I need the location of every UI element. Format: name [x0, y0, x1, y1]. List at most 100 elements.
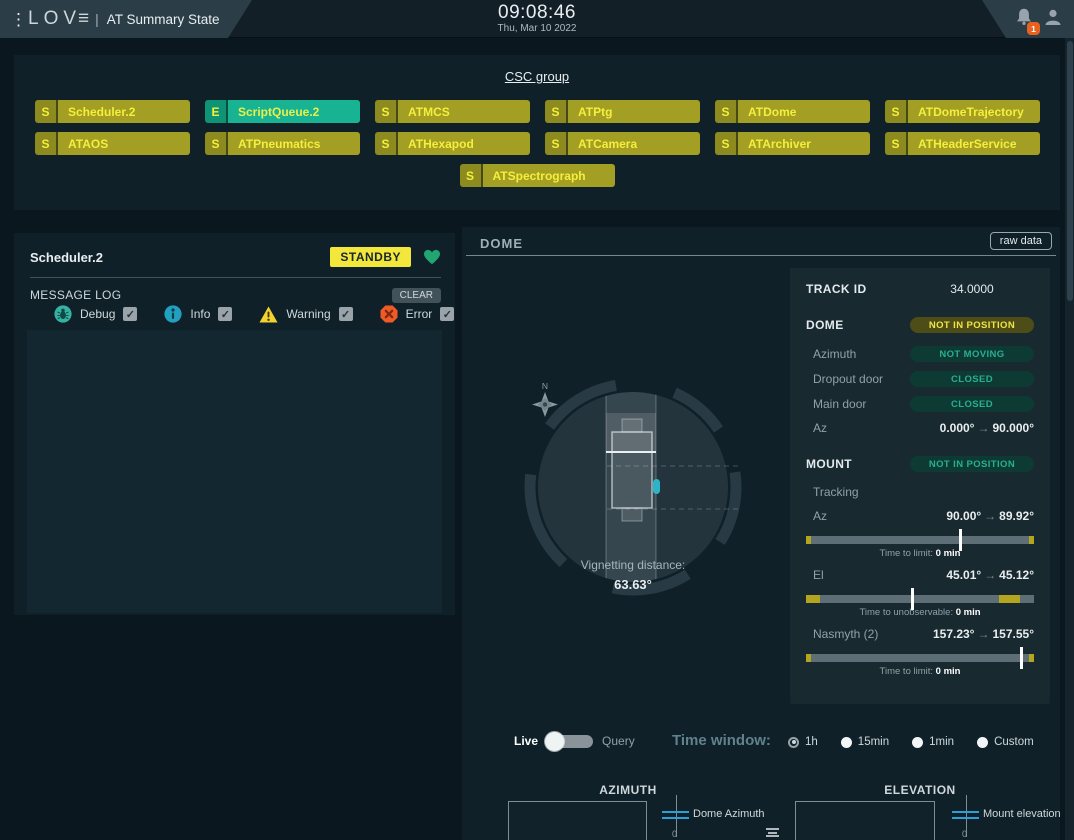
dropout-door-row: Dropout door CLOSED: [806, 371, 1034, 387]
main-door-row: Main door CLOSED: [806, 396, 1034, 412]
notifications-button[interactable]: 1: [1014, 7, 1034, 31]
option-custom[interactable]: Custom: [977, 736, 1034, 748]
scheduler-title: Scheduler.2: [30, 250, 330, 265]
csc-badge-ataos[interactable]: S ATAOS: [35, 132, 190, 155]
clock-time: 09:08:46: [498, 3, 577, 23]
dome-az-values: 0.000°→90.000°: [940, 421, 1034, 435]
radio-icon[interactable]: [841, 737, 852, 748]
csc-badge-atspectrograph[interactable]: S ATSpectrograph: [460, 164, 615, 187]
option-1min[interactable]: 1min: [912, 736, 954, 748]
top-bar-right: 1: [982, 0, 1074, 38]
azimuth-chart-title: AZIMUTH: [508, 783, 748, 797]
csc-badge-atpneumatics[interactable]: S ATPneumatics: [205, 132, 360, 155]
message-log-header: MESSAGE LOG CLEAR: [30, 285, 441, 305]
dome-header: DOME raw data: [466, 227, 1056, 256]
axis-header: Nasmyth (2) 157.23°→157.55°: [806, 627, 1034, 641]
csc-group-title[interactable]: CSC group: [14, 69, 1060, 84]
toggle-knob[interactable]: [545, 732, 564, 751]
csc-badge-atcamera[interactable]: S ATCamera: [545, 132, 700, 155]
user-menu-button[interactable]: [1044, 8, 1062, 31]
elevation-chart-title: ELEVATION: [795, 783, 1045, 797]
clock-date: Thu, Mar 10 2022: [498, 23, 577, 34]
filter-label: Debug: [80, 307, 115, 321]
el-position-marker: [911, 588, 914, 610]
track-id-value: 34.0000: [910, 282, 1034, 296]
csc-state-letter: S: [545, 100, 568, 123]
csc-badge-atarchiver[interactable]: S ATArchiver: [715, 132, 870, 155]
azimuth-legend-tick: 0: [672, 829, 677, 839]
tracking-label: Tracking: [806, 485, 859, 499]
radio-icon[interactable]: [912, 737, 923, 748]
az-limit-slider: [806, 536, 1034, 544]
csc-badge-atptg[interactable]: S ATPtg: [545, 100, 700, 123]
kebab-menu-icon[interactable]: [10, 11, 26, 28]
clear-button[interactable]: CLEAR: [392, 288, 441, 303]
error-checkbox[interactable]: [440, 307, 454, 321]
mount-bottom-shape: [622, 508, 642, 521]
mount-top-shape: [622, 419, 642, 432]
top-bar: LOV ≡ | AT Summary State 09:08:46 Thu, M…: [0, 0, 1074, 38]
main-door-label: Main door: [806, 397, 866, 411]
raw-data-button[interactable]: raw data: [990, 232, 1052, 250]
dropout-door-label: Dropout door: [806, 372, 883, 386]
axis-label: Az: [806, 509, 827, 523]
csc-badge-label: ATCamera: [568, 132, 700, 155]
csc-state-letter: S: [545, 132, 568, 155]
compass-north-label: N: [542, 381, 548, 391]
elevation-legend-label[interactable]: Mount elevation: [983, 808, 1061, 820]
filter-label: Warning: [286, 307, 330, 321]
limit-zone: [806, 536, 811, 544]
csc-badge-athexapod[interactable]: S ATHexapod: [375, 132, 530, 155]
track-id-row: TRACK ID 34.0000: [806, 282, 1034, 296]
limit-zone: [806, 654, 811, 662]
arrow-icon: →: [981, 509, 999, 523]
mount-body-shape: [612, 432, 652, 508]
el-time-to-unobservable: Time to unobservable: 0 min: [806, 607, 1034, 618]
csc-badge-label: ATAOS: [58, 132, 190, 155]
azimuth-chart-plot: [508, 801, 647, 840]
dome-az-row: Az 0.000°→90.000°: [806, 421, 1034, 435]
csc-badge-atmcs[interactable]: S ATMCS: [375, 100, 530, 123]
page-scrollbar[interactable]: [1065, 38, 1074, 840]
filter-label: Info: [190, 307, 210, 321]
csc-state-letter: S: [205, 132, 228, 155]
mount-section-label: MOUNT: [806, 457, 852, 471]
csc-badge-scheduler2[interactable]: S Scheduler.2: [35, 100, 190, 123]
csc-badge-scriptqueue2[interactable]: E ScriptQueue.2: [205, 100, 360, 123]
arrow-icon: →: [974, 627, 992, 641]
radio-icon[interactable]: [788, 737, 799, 748]
csc-state-letter: S: [375, 132, 398, 155]
csc-group-panel: CSC group S Scheduler.2 E ScriptQueue.2 …: [14, 55, 1060, 210]
dome-status-row: DOME NOT IN POSITION: [806, 317, 1034, 333]
live-query-toggle[interactable]: [547, 735, 593, 748]
option-1h[interactable]: 1h: [788, 736, 818, 748]
debug-bug-icon: [54, 305, 72, 323]
csc-badge-label: ATPtg: [568, 100, 700, 123]
radio-icon[interactable]: [977, 737, 988, 748]
info-checkbox[interactable]: [218, 307, 232, 321]
csc-badge-atdometrajectory[interactable]: S ATDomeTrajectory: [885, 100, 1040, 123]
nasmyth-position-marker: [1020, 647, 1023, 669]
scrollbar-thumb[interactable]: [1067, 41, 1073, 301]
azimuth-status-row: Azimuth NOT MOVING: [806, 346, 1034, 362]
vignetting-label: Vignetting distance:: [533, 558, 733, 572]
brand-separator: |: [95, 11, 99, 27]
axis-header: Az 90.00°→89.92°: [806, 509, 1034, 523]
axis-values: 157.23°→157.55°: [933, 627, 1034, 641]
mount-status-pill: NOT IN POSITION: [910, 456, 1034, 472]
debug-checkbox[interactable]: [123, 307, 137, 321]
csc-badge-atheaderservice[interactable]: S ATHeaderService: [885, 132, 1040, 155]
csc-state-letter: S: [375, 100, 398, 123]
csc-state-letter: E: [205, 100, 228, 123]
user-icon: [1044, 8, 1062, 26]
info-icon: [164, 305, 182, 323]
vignetting-info: Vignetting distance: 63.63°: [533, 558, 733, 592]
csc-badge-atdome[interactable]: S ATDome: [715, 100, 870, 123]
brand-logo: LOV: [28, 8, 81, 30]
tracking-row: Tracking: [806, 485, 1034, 499]
option-15min[interactable]: 15min: [841, 736, 889, 748]
time-controls: Live Query Time window: 1h 15min 1min: [462, 730, 1060, 760]
azimuth-legend-label[interactable]: Dome Azimuth: [693, 808, 765, 820]
axis-lines-icon: [766, 828, 779, 838]
warning-checkbox[interactable]: [339, 307, 353, 321]
